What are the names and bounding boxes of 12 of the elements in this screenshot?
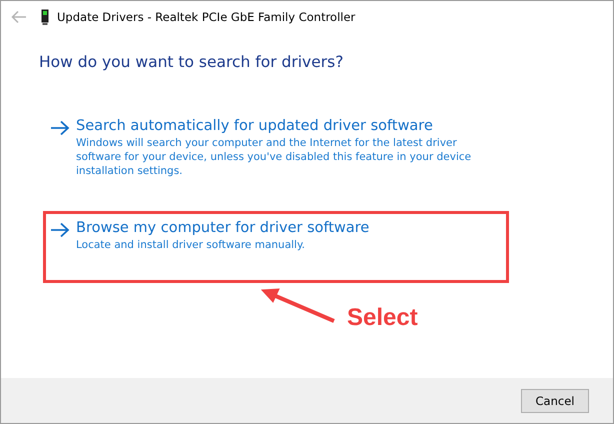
cancel-button[interactable]: Cancel — [521, 388, 589, 412]
option-title: Search automatically for updated driver software — [76, 118, 434, 134]
network-adapter-icon — [41, 9, 49, 25]
option-description: Windows will search your computer and the Internet for the latest driver software for your device, unless you've disabled this feature in your device installation settings. — [76, 136, 472, 178]
arrow-icon — [50, 222, 70, 238]
dialog-heading: How do you want to search for drivers? — [39, 53, 344, 71]
driver-option[interactable]: Browse my computer for driver software Locate and install driver software manually. — [43, 211, 509, 283]
option-description: Locate and install driver software manually. — [76, 238, 306, 252]
annotation-label: Select — [347, 304, 418, 332]
window-title: Update Drivers - Realtek PCIe GbE Family Controller — [57, 10, 356, 24]
option-title: Browse my computer for driver software — [76, 220, 370, 236]
arrow-icon — [50, 120, 70, 136]
